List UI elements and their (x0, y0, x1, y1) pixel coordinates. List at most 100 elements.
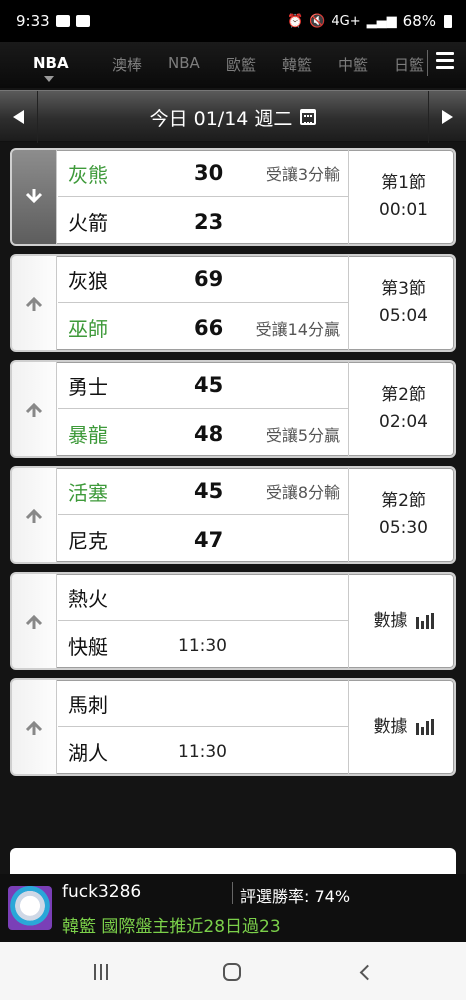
game-period: 第3節 (381, 279, 426, 299)
collapse-toggle[interactable] (12, 150, 57, 244)
game-card[interactable]: 活塞 45 受讓8分輸 尼克 47 第2節 05:30 (10, 466, 456, 564)
away-team-row: 暴龍 48 受讓5分贏 (58, 410, 348, 456)
expand-toggle[interactable] (12, 256, 57, 350)
bar-chart-icon (415, 613, 434, 629)
system-nav-bar (0, 942, 466, 1000)
away-team-name: 湖人 (68, 741, 108, 765)
arrow-up-icon (25, 720, 43, 735)
home-button[interactable] (217, 960, 247, 984)
home-team-score: 69 (194, 267, 224, 291)
tab-australian-baseball[interactable]: 澳棒 (112, 54, 142, 75)
away-team-row: 尼克 47 (58, 516, 348, 562)
tab-japanese-basketball[interactable]: 日籃 (394, 54, 424, 75)
away-team-score: 66 (194, 315, 224, 340)
handicap-result: 受讓3分輸 (265, 165, 340, 184)
alarm-icon: ⏰ (287, 13, 304, 29)
home-team-row: 活塞 45 受讓8分輸 (58, 468, 348, 515)
game-clock: 05:30 (379, 518, 428, 538)
home-team-name: 勇士 (68, 374, 108, 399)
away-team-row: 巫師 66 受讓14分贏 (58, 304, 348, 350)
tab-nba-2[interactable]: NBA (168, 54, 200, 72)
menu-divider (427, 50, 428, 76)
arrow-up-icon (25, 296, 43, 311)
game-card[interactable]: 灰狼 69 巫師 66 受讓14分贏 第3節 05:04 (10, 254, 456, 352)
promo-text: 韓籃 國際盤主推近28日過23 (62, 917, 281, 937)
away-team-name: 火箭 (68, 211, 108, 235)
game-card[interactable]: 熱火 快艇 11:30 數據 (10, 572, 456, 670)
next-day-button[interactable] (428, 91, 466, 143)
right-arrow-icon (442, 110, 453, 124)
home-team-row: 灰狼 69 (58, 256, 348, 303)
date-picker[interactable]: 今日 01/14 週二 (38, 91, 428, 143)
hamburger-menu-icon[interactable] (436, 52, 454, 70)
tab-nba[interactable]: NBA (33, 54, 69, 72)
expand-toggle[interactable] (12, 680, 57, 774)
network-label: 4G+ (331, 13, 361, 29)
stats-label: 數據 (373, 610, 408, 631)
stats-button[interactable]: 數據 (348, 680, 454, 774)
game-card[interactable]: 馬刺 湖人 11:30 數據 (10, 678, 456, 776)
calendar-icon (300, 109, 317, 125)
game-period: 第2節 (381, 491, 426, 511)
mute-icon: 🔇 (309, 13, 326, 29)
arrow-up-icon (25, 402, 43, 417)
game-card[interactable]: 勇士 45 暴龍 48 受讓5分贏 第2節 02:04 (10, 360, 456, 458)
back-button[interactable] (349, 960, 379, 984)
tab-korean-basketball[interactable]: 韓籃 (282, 54, 312, 75)
arrow-down-icon (25, 189, 43, 204)
start-time: 11:30 (178, 635, 227, 656)
recents-icon (94, 964, 108, 980)
home-team-name: 灰狼 (68, 268, 108, 293)
away-team-name: 尼克 (68, 529, 108, 553)
away-team-name: 快艇 (68, 635, 108, 659)
tab-euro-basketball[interactable]: 歐籃 (226, 54, 256, 75)
status-time: 9:33 (16, 12, 50, 30)
home-icon (223, 963, 241, 981)
game-status: 第3節 05:04 (348, 256, 454, 350)
date-label: 今日 01/14 週二 (149, 107, 293, 130)
home-team-score: 45 (194, 479, 224, 503)
away-team-score: 48 (194, 421, 224, 446)
home-team-name: 活塞 (68, 480, 108, 505)
handicap-result: 受讓8分輸 (265, 483, 340, 502)
away-team-score: 47 (194, 527, 224, 552)
battery-icon (444, 14, 452, 28)
home-team-score: 30 (194, 161, 224, 185)
game-clock: 05:04 (379, 306, 428, 326)
stats-button[interactable]: 數據 (348, 574, 454, 668)
game-period: 第2節 (381, 385, 426, 405)
game-card[interactable]: 灰熊 30 受讓3分輸 火箭 23 第1節 00:01 (10, 148, 456, 246)
home-team-name: 馬刺 (68, 692, 108, 717)
arrow-up-icon (25, 508, 43, 523)
tab-chinese-basketball[interactable]: 中籃 (338, 54, 368, 75)
bar-chart-icon (415, 719, 434, 735)
arrow-up-icon (25, 614, 43, 629)
handicap-result: 受讓14分贏 (255, 319, 340, 339)
mail-icon (55, 15, 70, 27)
date-bar: 今日 01/14 週二 (0, 90, 466, 143)
handicap-result: 受讓5分贏 (265, 425, 340, 445)
away-team-row: 快艇 11:30 (58, 622, 348, 668)
away-team-name: 暴龍 (68, 423, 108, 447)
promo-divider (232, 882, 233, 904)
promo-banner[interactable]: fuck3286 評選勝率: 74% 韓籃 國際盤主推近28日過23 (0, 874, 466, 942)
away-team-row: 湖人 11:30 (58, 728, 348, 774)
recents-button[interactable] (86, 960, 116, 984)
promo-win-rate: 評選勝率: 74% (240, 887, 351, 906)
avatar (8, 886, 52, 930)
start-time: 11:30 (178, 741, 227, 762)
expand-toggle[interactable] (12, 362, 57, 456)
game-clock: 02:04 (379, 412, 428, 432)
away-team-row: 火箭 23 (58, 198, 348, 244)
active-tab-indicator (44, 76, 54, 82)
home-team-row: 馬刺 (58, 680, 348, 727)
checkbox-icon (75, 15, 90, 27)
expand-toggle[interactable] (12, 468, 57, 562)
home-team-score: 45 (194, 373, 224, 397)
game-status: 第2節 05:30 (348, 468, 454, 562)
league-tabs: NBA 澳棒 NBA 歐籃 韓籃 中籃 日籃 (0, 42, 466, 88)
expand-toggle[interactable] (12, 574, 57, 668)
promo-username: fuck3286 (62, 882, 142, 902)
away-team-score: 23 (194, 209, 224, 234)
previous-day-button[interactable] (0, 91, 38, 143)
